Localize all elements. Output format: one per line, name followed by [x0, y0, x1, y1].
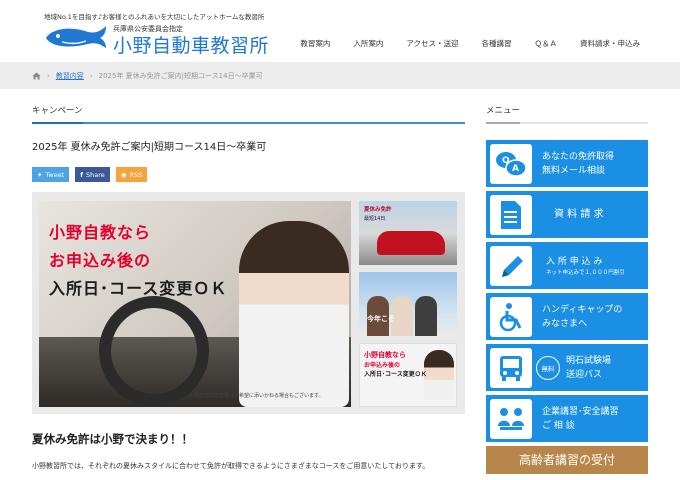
logo-title: 小野自動車教習所	[113, 35, 270, 57]
nav-item-lectures[interactable]: 各種講習	[482, 38, 512, 49]
meeting-icon	[490, 398, 532, 439]
banner-thumb-group[interactable]: 今年こそ	[359, 272, 457, 336]
menu-item-handicap[interactable]: ハンディキャップの みなさまへ	[486, 293, 648, 340]
sidebar-menu: Q A あなたの免許取得 無料メール相談 資 料 請 求 入 所 申 込 み ネ…	[486, 140, 648, 474]
sidebar: メニュー Q A あなたの免許取得 無料メール相談 資 料 請 求 入 所 申 …	[486, 104, 648, 474]
menu-label: 明石試験場 送迎バス	[566, 355, 612, 380]
menu-item-shuttle-bus[interactable]: 無料 明石試験場 送迎バス	[486, 344, 648, 391]
nav-item-admission[interactable]: 入所案内	[353, 38, 383, 49]
nav-item-qa[interactable]: Ｑ＆Ａ	[535, 38, 558, 49]
document-icon	[490, 194, 532, 235]
steering-wheel	[99, 296, 209, 406]
menu-label: 高齢者講習の受付	[518, 453, 615, 467]
rss-icon: ◉	[120, 170, 127, 179]
breadcrumb-bar: › 教習内容 › 2025年 夏休み免許ご案内|短期コース14日〜卒業可	[0, 62, 680, 89]
banner-headline-3: 入所日･コース変更ＯＫ	[49, 279, 228, 298]
menu-label: 企業講習･安全講習ご 相 談	[542, 406, 619, 431]
main-content: キャンペーン 2025年 夏休み免許ご案内|短期コース14日〜卒業可 ✦ Twee…	[32, 104, 465, 471]
qa-icon: Q A	[490, 143, 532, 184]
site-logo[interactable]: 兵庫県公安委員会指定 小野自動車教習所	[42, 20, 282, 57]
home-icon[interactable]	[32, 72, 41, 80]
menu-item-elderly-lecture[interactable]: 高齢者講習の受付	[486, 446, 648, 474]
nav-item-course[interactable]: 教習案内	[300, 38, 330, 49]
section-title: キャンペーン	[32, 104, 465, 124]
breadcrumb-current: 2025年 夏休み免許ご案内|短期コース14日〜卒業可	[98, 72, 263, 80]
bus-icon	[490, 347, 532, 388]
menu-label: 入 所 申 込 み ネット申込みで１,０００円割引	[546, 256, 625, 276]
banner-thumb-change[interactable]: 小野自教なら お申込み後の 入所日･コース変更ＯＫ	[359, 343, 457, 407]
banner-headline-2: お申込み後の	[49, 251, 152, 270]
sub-heading: 夏休み免許は小野で決まり！！	[32, 432, 193, 446]
thumb-caption: 今年こそ	[367, 315, 395, 323]
banner-thumb-car[interactable]: 夏休み免許 最短14日	[359, 201, 457, 265]
menu-item-apply[interactable]: 入 所 申 込 み ネット申込みで１,０００円割引	[486, 242, 648, 289]
breadcrumb-separator: ›	[89, 72, 93, 80]
nav-item-access[interactable]: アクセス・送迎	[406, 38, 458, 49]
thumb-caption: 夏休み免許	[364, 207, 392, 213]
red-car	[377, 231, 445, 255]
menu-item-document-request[interactable]: 資 料 請 求	[486, 191, 648, 238]
driver-figure	[239, 221, 349, 407]
free-badge: 無料	[536, 355, 560, 380]
sidebar-title: メニュー	[486, 104, 648, 124]
person-figure	[415, 296, 437, 336]
menu-label: ハンディキャップの みなさまへ	[542, 304, 623, 329]
thumb-caption: 最短14日	[364, 216, 386, 222]
breadcrumb-link[interactable]: 教習内容	[56, 71, 84, 81]
breadcrumb-separator: ›	[47, 72, 50, 80]
thumb-caption: 小野自教なら	[364, 351, 406, 359]
svg-text:Q: Q	[502, 156, 510, 166]
svg-text:A: A	[512, 164, 519, 174]
discount-note: ネット申込みで１,０００円割引	[546, 269, 625, 276]
thumb-caption: お申込み後の	[364, 362, 401, 369]
pencil-icon	[490, 245, 532, 286]
nav-item-request[interactable]: 資料請求・申込み	[580, 38, 640, 49]
share-buttons: ✦ Tweet f Share ◉ RSS	[32, 167, 465, 182]
body-text: 小野教習所では、それぞれの夏休みスタイルに合わせて免許が取得できるようにさまざま…	[32, 462, 430, 470]
menu-label: あなたの免許取得 無料メール相談	[542, 151, 615, 176]
banner-headline-1: 小野自教なら	[49, 223, 152, 242]
rss-button[interactable]: ◉ RSS	[115, 167, 148, 182]
banner-note: 入所前日での変更はご希望に添いかねる場合もございます。	[189, 393, 324, 399]
twitter-icon: ✦	[37, 170, 43, 179]
whale-logo-icon	[46, 26, 106, 48]
thumb-caption: 入所日･コース変更ＯＫ	[364, 371, 427, 378]
breadcrumb: › 教習内容 › 2025年 夏休み免許ご案内|短期コース14日〜卒業可	[32, 71, 263, 81]
global-nav: 教習案内 入所案内 アクセス・送迎 各種講習 Ｑ＆Ａ 資料請求・申込み	[300, 38, 640, 49]
facebook-icon: f	[80, 170, 84, 179]
post-title: 2025年 夏休み免許ご案内|短期コース14日〜卒業可	[32, 142, 267, 153]
menu-item-mail-consult[interactable]: Q A あなたの免許取得 無料メール相談	[486, 140, 648, 187]
facebook-share-button[interactable]: f Share	[75, 167, 110, 182]
wheelchair-icon	[490, 296, 532, 337]
menu-item-corporate[interactable]: 企業講習･安全講習ご 相 談	[486, 395, 648, 442]
menu-label: 資 料 請 求	[554, 208, 604, 220]
banner-main-image[interactable]: 小野自教なら お申込み後の 入所日･コース変更ＯＫ 入所前日での変更はご希望に添…	[39, 201, 351, 407]
tweet-button[interactable]: ✦ Tweet	[32, 167, 70, 182]
woman-figure	[424, 350, 454, 400]
campaign-banner: 小野自教なら お申込み後の 入所日･コース変更ＯＫ 入所前日での変更はご希望に添…	[32, 192, 465, 414]
site-header: 地域No.1を目指す♪お客様とのふれあいを大切にしたアットホームな教習所 兵庫県…	[0, 0, 680, 62]
